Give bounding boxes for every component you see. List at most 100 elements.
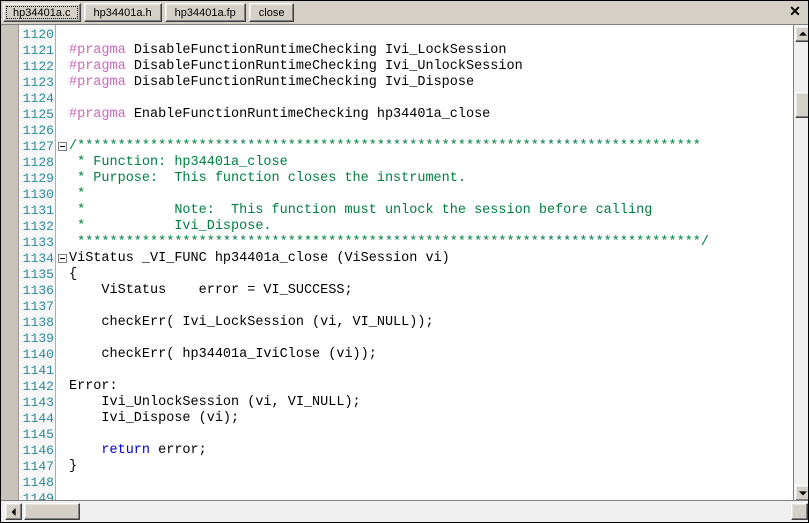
line-number-gutter: 1120 1121 1122 1123 1124 1125 1126 1127 1128 1129… [20,25,56,502]
code-line: ViStatus _VI_FUNC hp34401a_close (ViSess… [69,251,793,267]
horizontal-scrollbar-thumb[interactable] [24,503,80,520]
tab-hp34401a-fp[interactable]: hp34401a.fp [164,3,246,22]
fold-row [57,251,69,267]
tab-label: hp34401a.h [93,7,152,19]
code-line: ViStatus error = VI_SUCCESS; [69,283,793,299]
code-token: #pragma [69,75,126,90]
code-token: Ivi_UnlockSession (vi, VI_NULL); [69,395,361,410]
source-editor-window: hp34401a.c hp34401a.h hp34401a.fp close ✕ 1… [0,0,809,523]
code-token: checkErr( Ivi_LockSession (vi, VI_NULL))… [69,315,434,330]
tab-label: hp34401a.c [13,7,71,19]
fold-row [57,379,69,395]
line-number: 1142 [22,379,54,394]
code-line: * Ivi_Dispose. [69,219,793,235]
line-number: 1127 [22,139,54,154]
scroll-down-button[interactable] [795,485,808,501]
close-icon[interactable]: ✕ [783,3,807,22]
chevron-left-icon [11,507,16,516]
line-number: 1123 [22,75,54,90]
code-token: EnableFunctionRuntimeChecking hp34401a_c… [125,107,491,122]
line-number: 1122 [22,59,54,74]
line-number: 1139 [22,331,54,346]
fold-row [57,123,69,139]
fold-row [57,411,69,427]
tab-hp34401a-c[interactable]: hp34401a.c [3,3,81,22]
fold-row [57,363,69,379]
code-line: } [69,459,793,475]
code-token: * Purpose: This function closes the inst… [69,171,466,186]
code-line: Ivi_Dispose (vi); [69,411,793,427]
line-number: 1133 [22,235,54,250]
code-line: * Function: hp34401a_close [69,155,793,171]
code-line: * Purpose: This function closes the inst… [69,171,793,187]
fold-margin [57,25,69,502]
code-line: ****************************************… [69,235,793,251]
fold-row [57,331,69,347]
vertical-scrollbar[interactable] [793,25,808,502]
scroll-left-button[interactable] [5,503,22,520]
fold-row [57,299,69,315]
tab-bar: hp34401a.c hp34401a.h hp34401a.fp close ✕ [1,1,808,24]
code-line: #pragma DisableFunctionRuntimeChecking I… [69,75,793,91]
code-token: Error: [69,379,118,394]
line-number: 1121 [22,43,54,58]
code-line: /***************************************… [69,139,793,155]
code-token: /***************************************… [69,139,701,154]
fold-row [57,75,69,91]
line-number: 1125 [22,107,54,122]
scroll-up-button[interactable] [795,26,808,42]
code-token: DisableFunctionRuntimeChecking Ivi_LockS… [125,43,507,58]
fold-row [57,187,69,203]
code-token: #pragma [69,43,126,58]
code-text-area[interactable]: #pragma DisableFunctionRuntimeChecking I… [69,25,793,502]
fold-row [57,139,69,155]
line-number: 1136 [22,283,54,298]
code-token: { [69,267,78,282]
fold-row [57,443,69,459]
code-line: Error: [69,379,793,395]
code-token: ViStatus error = VI_SUCCESS; [69,283,353,298]
fold-row [57,315,69,331]
horizontal-scrollbar[interactable] [1,500,808,522]
fold-collapse-icon[interactable] [58,254,67,263]
line-number: 1120 [22,27,54,42]
editor-frame: 1120 1121 1122 1123 1124 1125 1126 1127 1128 1129… [1,24,808,502]
code-line: * [69,187,793,203]
code-token: } [69,459,78,474]
line-number: 1135 [22,267,54,282]
line-number: 1137 [22,299,54,314]
chevron-down-icon [798,491,807,496]
line-number: 1124 [22,91,54,106]
line-number: 1143 [22,395,54,410]
line-number: 1129 [22,171,54,186]
code-token: return [101,443,151,458]
line-number: 1131 [22,203,54,218]
line-number: 1138 [22,315,54,330]
tab-close[interactable]: close [248,3,295,22]
fold-row [57,219,69,235]
fold-collapse-icon[interactable] [58,142,67,151]
code-token: * Note: This function must unlock the se… [69,203,653,218]
tab-hp34401a-h[interactable]: hp34401a.h [83,3,162,22]
vertical-scrollbar-thumb[interactable] [795,92,808,118]
line-number: 1148 [22,475,54,490]
code-line: { [69,267,793,283]
fold-row [57,155,69,171]
fold-row [57,59,69,75]
code-line: #pragma EnableFunctionRuntimeChecking hp… [69,107,793,123]
fold-row [57,91,69,107]
code-line: checkErr( Ivi_LockSession (vi, VI_NULL))… [69,315,793,331]
fold-row [57,347,69,363]
fold-row [57,107,69,123]
line-number: 1145 [22,427,54,442]
fold-row [57,283,69,299]
code-token: error; [150,443,207,458]
scrollbar-corner [791,503,808,520]
